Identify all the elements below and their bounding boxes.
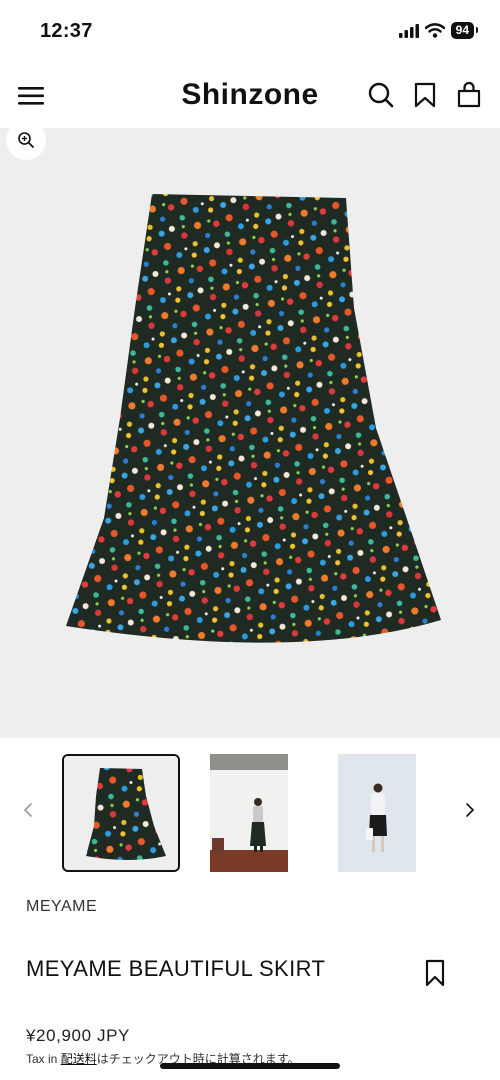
battery-indicator: 94 <box>450 22 479 39</box>
carousel-prev-button[interactable] <box>18 798 38 822</box>
search-icon <box>368 82 394 108</box>
skirt-image <box>0 128 500 738</box>
thumbnail-2[interactable] <box>210 754 288 872</box>
chevron-right-icon <box>466 803 475 817</box>
carousel-next-button[interactable] <box>460 798 480 822</box>
bag-icon <box>457 81 481 108</box>
add-to-wishlist-button[interactable] <box>422 958 448 988</box>
chevron-left-icon <box>23 803 32 817</box>
product-title: MEYAME BEAUTIFUL SKIRT <box>26 956 326 981</box>
zoom-in-icon <box>18 132 34 148</box>
tax-prefix: Tax in <box>26 1052 61 1066</box>
status-time: 12:37 <box>40 20 93 42</box>
wishlist-button[interactable] <box>411 81 439 109</box>
product-vendor[interactable]: MEYAME <box>26 898 97 916</box>
product-main-image[interactable] <box>0 128 500 738</box>
search-button[interactable] <box>367 81 395 109</box>
thumbnail-carousel <box>0 752 500 876</box>
product-price: ¥20,900 JPY <box>26 1026 130 1045</box>
bookmark-icon <box>414 82 436 108</box>
cart-button[interactable] <box>455 81 483 109</box>
site-header: Shinzone <box>0 62 500 128</box>
signal-icon <box>398 23 419 38</box>
shipping-link[interactable]: 配送料 <box>61 1052 97 1066</box>
thumbnail-model-image <box>210 754 288 872</box>
home-indicator[interactable] <box>160 1063 340 1069</box>
thumbnail-model-image-2 <box>338 754 416 872</box>
thumbnail-skirt-image <box>64 756 178 870</box>
bookmark-icon <box>425 959 445 987</box>
thumbnail-1[interactable] <box>62 754 180 872</box>
status-bar: 12:37 94 <box>0 0 500 62</box>
thumbnail-3[interactable] <box>338 754 416 872</box>
status-icons: 94 <box>398 22 479 39</box>
wifi-icon <box>424 23 445 38</box>
